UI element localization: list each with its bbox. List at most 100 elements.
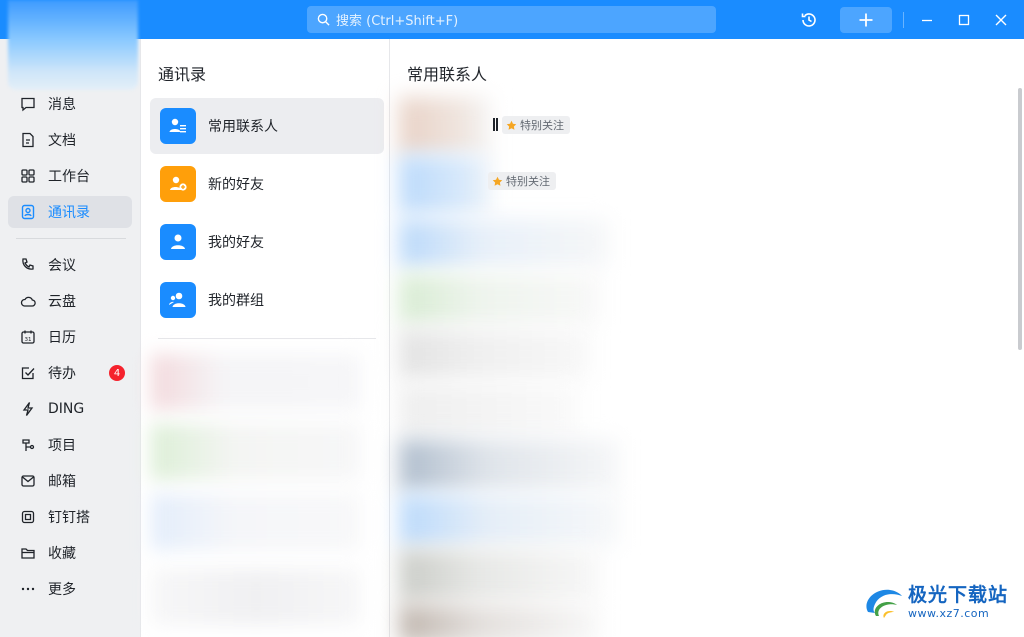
sidebar-item-project[interactable]: 项目	[8, 429, 132, 461]
sidebar-item-more[interactable]: 更多	[8, 573, 132, 605]
contact-row[interactable]	[399, 329, 589, 379]
sidebar-item-todo[interactable]: 待办 4	[8, 357, 132, 389]
close-icon	[995, 14, 1007, 26]
sidebar-item-docs[interactable]: 文档	[8, 124, 132, 156]
titlebar-separator	[903, 12, 904, 28]
sidebar-item-contacts[interactable]: 通讯录	[8, 196, 132, 228]
sidebar-item-label: 会议	[48, 258, 76, 274]
star-icon	[506, 120, 517, 130]
lightning-icon	[22, 402, 34, 416]
contact-row[interactable]	[399, 384, 579, 434]
contact-row[interactable]	[399, 494, 619, 546]
star-icon	[492, 176, 503, 186]
sidebar-item-label: 文档	[48, 133, 76, 149]
contacts-item-label: 常用联系人	[208, 119, 278, 135]
contact-row[interactable]	[399, 219, 609, 267]
watermark-logo: 极光下载站 www.xz7.com	[862, 582, 1008, 622]
org-row[interactable]	[151, 424, 361, 480]
sidebar-item-messages[interactable]: 消息	[8, 88, 132, 120]
sidebar-item-mail[interactable]: 邮箱	[8, 465, 132, 497]
builder-icon	[21, 510, 35, 524]
search-input[interactable]: 搜索 (Ctrl+Shift+F)	[307, 6, 716, 33]
special-attention-tag: 特别关注	[488, 172, 556, 190]
sidebar-item-favorites[interactable]: 收藏	[8, 537, 132, 569]
sidebar-item-label: 消息	[48, 97, 76, 113]
contact-name-fragment	[493, 118, 495, 131]
svg-text:31: 31	[25, 337, 32, 343]
contact-name-fragment	[496, 118, 498, 131]
chat-icon	[21, 97, 35, 112]
sidebar-item-label: 邮箱	[48, 474, 76, 490]
search-icon	[317, 13, 330, 26]
minimize-button[interactable]	[916, 7, 938, 33]
sidebar-item-calendar[interactable]: 31 日历	[8, 321, 132, 353]
org-row[interactable]	[151, 354, 361, 410]
contact-row[interactable]	[399, 439, 619, 491]
sidebar-item-workbench[interactable]: 工作台	[8, 160, 132, 192]
sidebar-item-label: 通讯录	[48, 205, 90, 221]
history-button[interactable]	[796, 7, 822, 33]
minimize-icon	[922, 19, 932, 22]
swirl-logo-icon	[866, 589, 902, 618]
special-attention-tag: 特别关注	[502, 116, 570, 134]
org-row[interactable]	[151, 569, 361, 625]
sidebar-item-ding[interactable]: DING	[8, 393, 132, 425]
contacts-icon	[21, 204, 35, 220]
sidebar-item-label: 工作台	[48, 169, 90, 185]
contact-row[interactable]	[399, 604, 599, 637]
maximize-button[interactable]	[953, 7, 975, 33]
sidebar-item-label: 更多	[48, 582, 76, 598]
sidebar-item-label: DING	[48, 401, 85, 417]
contacts-item-label: 新的好友	[208, 177, 264, 193]
document-icon	[22, 132, 34, 148]
contact-row[interactable]	[399, 274, 599, 324]
folder-icon	[21, 548, 35, 559]
more-icon	[21, 587, 35, 591]
frequent-contacts-list: 常用联系人 特别关注 特别关注	[391, 39, 1024, 637]
add-button[interactable]	[840, 7, 892, 33]
scrollbar[interactable]	[1018, 88, 1022, 350]
sidebar-item-label: 收藏	[48, 546, 76, 562]
contacts-item-new-friends[interactable]: 新的好友	[150, 156, 384, 212]
todo-badge: 4	[109, 365, 125, 381]
avatar[interactable]	[8, 0, 138, 90]
contacts-panel-title: 通讯录	[158, 65, 207, 84]
contacts-panel: 通讯录 常用联系人 新的好友 我的好友 我的群组	[140, 39, 390, 637]
sidebar-item-meeting[interactable]: 会议	[8, 249, 132, 281]
app-window: 消息 文档 工作台 通讯录 会议 云盘 31 日历 待办 4 DING 项目 邮…	[0, 0, 1024, 637]
grid-icon	[21, 169, 35, 183]
contacts-panel-divider	[158, 338, 376, 339]
org-row[interactable]	[151, 494, 361, 550]
maximize-icon	[958, 14, 970, 26]
contacts-item-frequent[interactable]: 常用联系人	[150, 98, 384, 154]
my-friends-icon	[160, 224, 196, 260]
cloud-icon	[20, 296, 36, 307]
contact-avatar[interactable]	[399, 155, 491, 213]
contact-row[interactable]	[399, 549, 599, 601]
sidebar-item-cloud[interactable]: 云盘	[8, 285, 132, 317]
todo-icon	[21, 367, 35, 380]
my-groups-icon	[160, 282, 196, 318]
watermark-url: www.xz7.com	[908, 606, 990, 620]
sidebar-item-label: 钉钉搭	[48, 510, 90, 526]
history-icon	[801, 13, 816, 27]
sidebar-item-label: 云盘	[48, 294, 76, 310]
search-placeholder: 搜索 (Ctrl+Shift+F)	[336, 14, 459, 29]
contacts-item-label: 我的好友	[208, 235, 264, 251]
close-button[interactable]	[990, 7, 1012, 33]
sidebar-item-label: 日历	[48, 330, 76, 346]
contacts-item-label: 我的群组	[208, 293, 264, 309]
contacts-item-my-friends[interactable]: 我的好友	[150, 214, 384, 270]
project-icon	[22, 439, 35, 451]
mail-icon	[21, 475, 35, 487]
new-friend-icon	[160, 166, 196, 202]
page-title: 常用联系人	[407, 65, 488, 84]
sidebar-divider	[16, 238, 126, 239]
contacts-item-my-groups[interactable]: 我的群组	[150, 272, 384, 328]
sidebar-item-builder[interactable]: 钉钉搭	[8, 501, 132, 533]
calendar-icon: 31	[21, 330, 35, 344]
watermark-text: 极光下载站	[908, 584, 1009, 606]
sidebar-item-label: 待办	[48, 366, 76, 382]
sidebar: 消息 文档 工作台 通讯录 会议 云盘 31 日历 待办 4 DING 项目 邮…	[0, 0, 140, 637]
contact-avatar[interactable]	[399, 97, 491, 155]
